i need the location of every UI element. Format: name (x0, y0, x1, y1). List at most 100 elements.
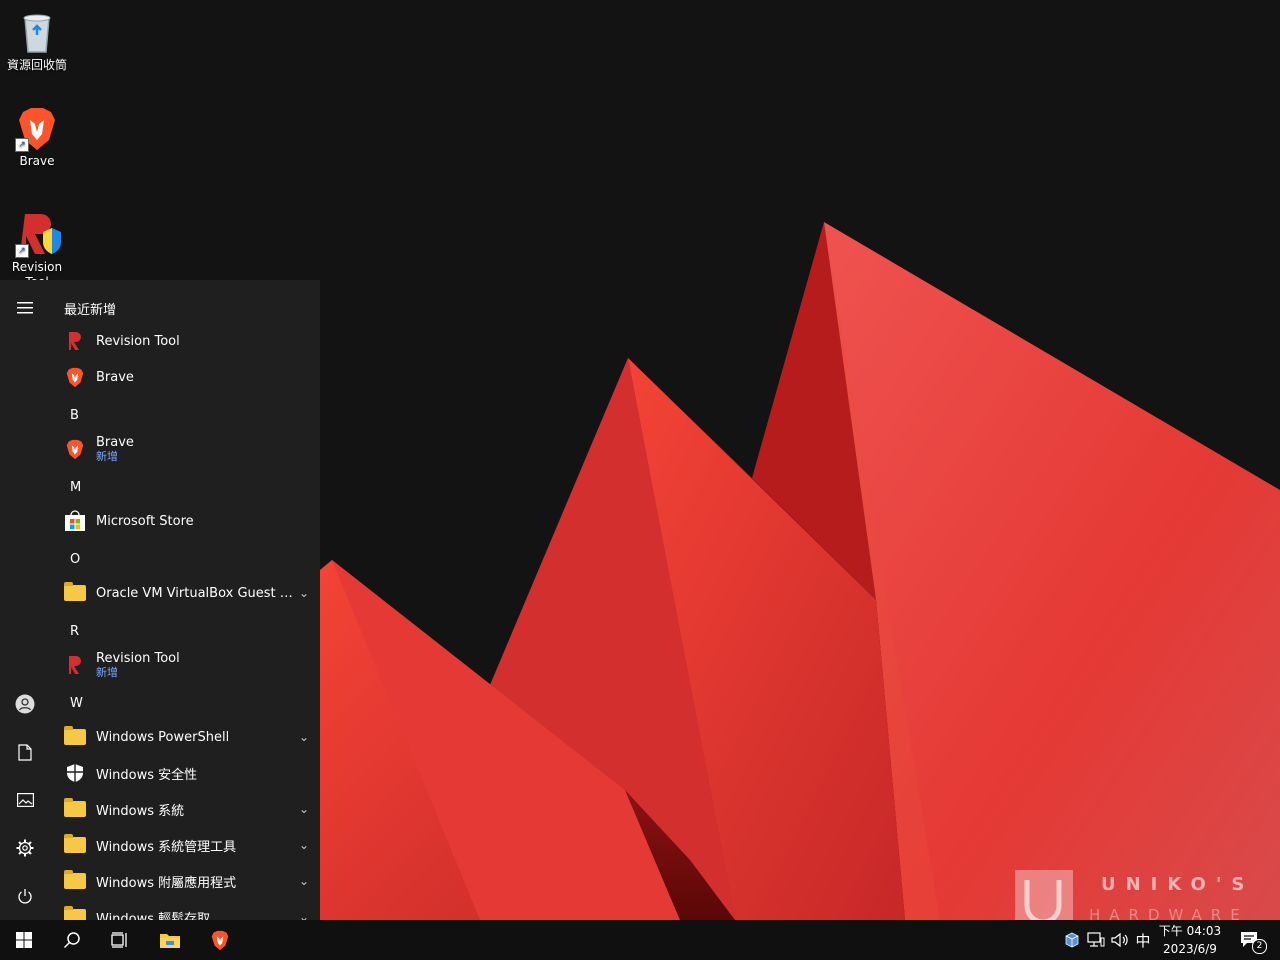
new-badge: 新增 (96, 449, 118, 463)
user-icon (15, 694, 35, 714)
chevron-down-icon: ⌄ (298, 730, 310, 744)
list-item-label: Windows PowerShell (96, 729, 230, 745)
list-item-microsoft-store[interactable]: Microsoft Store (50, 503, 312, 539)
list-item-label: Windows 系統管理工具 (96, 839, 237, 855)
folder-icon (63, 869, 87, 893)
pictures-button[interactable] (0, 780, 50, 820)
list-item-ease-of-access-folder[interactable]: Windows 輕鬆存取 ⌄ (50, 899, 312, 920)
list-item-label: Brave (96, 434, 134, 450)
desktop-icon-label: Brave (19, 154, 55, 168)
virtualbox-tray-icon (1065, 932, 1079, 948)
start-menu: 最近新增 Revision Tool Brave B Brave 新增 M Mi… (0, 280, 320, 920)
group-header-r[interactable]: R (70, 624, 79, 639)
watermark: UNIKO'S HARDWARE (1015, 868, 1255, 928)
folder-icon (63, 905, 87, 920)
brave-lion-icon (211, 930, 229, 951)
desktop-icon-revision-tool[interactable]: ↗ Revision Tool (0, 210, 74, 280)
list-item-text: Brave 新增 (96, 435, 312, 464)
list-item-revision-tool[interactable]: Revision Tool 新增 (50, 647, 312, 683)
group-header-b[interactable]: B (70, 408, 79, 423)
hamburger-menu-button[interactable] (0, 288, 50, 328)
microsoft-store-icon (63, 509, 87, 533)
desktop-icon-label: 資源回收筒 (6, 58, 67, 72)
power-icon (18, 888, 32, 903)
file-explorer-button[interactable] (146, 920, 194, 960)
list-item-windows-security[interactable]: Windows 安全性 (50, 755, 312, 791)
recycle-bin-icon (13, 8, 61, 56)
list-item-virtualbox-folder[interactable]: Oracle VM VirtualBox Guest Ad... ⌄ (50, 575, 312, 611)
group-header-o[interactable]: O (70, 552, 80, 567)
task-view-button[interactable] (96, 920, 144, 960)
hamburger-menu-icon (17, 302, 33, 314)
desktop-icon-label: Revision Tool (11, 260, 63, 280)
group-header-m[interactable]: M (70, 480, 81, 495)
start-button[interactable] (0, 920, 48, 960)
brave-lion-icon: ↗ (13, 104, 61, 152)
clock-date: 2023/6/9 (1163, 942, 1217, 956)
list-item-label: Oracle VM VirtualBox Guest Ad... (96, 585, 296, 601)
desktop-icon-brave[interactable]: ↗ Brave (0, 104, 74, 169)
revision-tool-icon (63, 653, 87, 677)
app-list: 最近新增 Revision Tool Brave B Brave 新增 M Mi… (50, 280, 320, 920)
shortcut-arrow-icon: ↗ (15, 138, 29, 152)
chevron-down-icon: ⌄ (298, 874, 310, 888)
list-item-admin-tools-folder[interactable]: Windows 系統管理工具 ⌄ (50, 827, 312, 863)
file-explorer-icon (160, 934, 180, 948)
virtualbox-tray-button[interactable] (1062, 920, 1082, 960)
list-item-text: Revision Tool 新增 (96, 651, 312, 680)
chevron-down-icon: ⌄ (298, 586, 310, 600)
search-button[interactable] (48, 920, 96, 960)
list-item-powershell-folder[interactable]: Windows PowerShell ⌄ (50, 719, 312, 755)
settings-button[interactable] (0, 828, 50, 868)
list-item-label: Revision Tool (96, 333, 180, 349)
list-item-revision-tool-recent[interactable]: Revision Tool (50, 323, 312, 359)
chevron-down-icon: ⌄ (298, 802, 310, 816)
clock-time: 下午 04:03 (1158, 924, 1222, 938)
list-item-label: Brave (96, 369, 134, 385)
revision-tool-icon (63, 329, 87, 353)
windows-start-icon (16, 932, 32, 948)
shortcut-arrow-icon: ↗ (15, 244, 29, 258)
action-center-button[interactable]: 2 (1232, 920, 1268, 960)
network-tray-button[interactable] (1086, 920, 1106, 960)
list-item-label: Windows 系統 (96, 803, 185, 819)
network-icon (1087, 932, 1105, 947)
shield-icon (63, 761, 87, 785)
list-item-label: Windows 附屬應用程式 (96, 875, 237, 891)
list-item-label: Revision Tool (96, 650, 180, 666)
list-item-label: Windows 輕鬆存取 (96, 911, 211, 921)
documents-button[interactable] (0, 732, 50, 772)
list-item-windows-system-folder[interactable]: Windows 系統 ⌄ (50, 791, 312, 827)
volume-tray-button[interactable] (1110, 920, 1130, 960)
folder-icon (63, 581, 87, 605)
folder-icon (63, 725, 87, 749)
clock[interactable]: 下午 04:03 2023/6/9 (1158, 922, 1222, 958)
task-view-icon (111, 932, 127, 948)
chevron-down-icon: ⌄ (298, 838, 310, 852)
list-item-accessories-folder[interactable]: Windows 附屬應用程式 ⌄ (50, 863, 312, 899)
folder-icon (63, 797, 87, 821)
desktop-icon-recycle-bin[interactable]: 資源回收筒 (0, 8, 74, 73)
brave-taskbar-button[interactable] (196, 920, 244, 960)
power-button[interactable] (0, 876, 50, 916)
chevron-down-icon: ⌄ (298, 910, 310, 920)
watermark-line1: UNIKO'S (1101, 874, 1255, 895)
list-item-brave[interactable]: Brave 新增 (50, 431, 312, 467)
document-icon (18, 743, 32, 761)
group-header-w[interactable]: W (70, 696, 83, 711)
start-menu-rail (0, 280, 50, 920)
list-item-brave-recent[interactable]: Brave (50, 359, 312, 395)
list-item-label: Windows 安全性 (96, 767, 198, 783)
recently-added-header: 最近新增 (64, 303, 117, 318)
ime-indicator[interactable]: 中 (1132, 920, 1154, 960)
settings-gear-icon (16, 839, 34, 857)
notification-count-badge: 2 (1252, 939, 1267, 954)
user-account-button[interactable] (0, 684, 50, 724)
search-icon (63, 932, 80, 949)
new-badge: 新增 (96, 665, 118, 679)
volume-icon (1111, 932, 1128, 948)
folder-icon (63, 833, 87, 857)
pictures-icon (16, 793, 34, 807)
taskbar: 中 下午 04:03 2023/6/9 2 (0, 920, 1280, 960)
brave-lion-icon (63, 437, 87, 461)
